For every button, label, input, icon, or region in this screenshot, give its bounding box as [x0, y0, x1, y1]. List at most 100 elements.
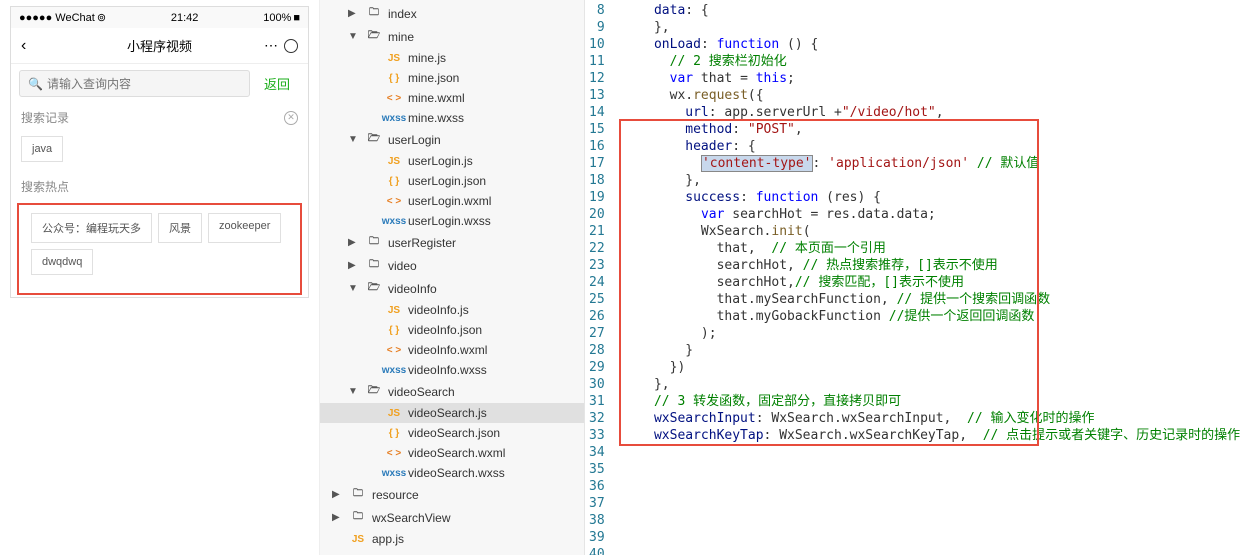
file-label: videoSearch.json	[408, 426, 500, 440]
folder-item[interactable]: ▼🗁videoSearch	[320, 380, 584, 403]
tag-item[interactable]: java	[21, 136, 63, 162]
code-line[interactable]: }	[615, 342, 1240, 359]
code-line[interactable]: success: function (res) {	[615, 189, 1240, 206]
file-item[interactable]: JSmine.js	[320, 48, 584, 68]
code-line[interactable]: data: {	[615, 2, 1240, 19]
file-item[interactable]: wxssuserLogin.wxss	[320, 211, 584, 231]
code-line[interactable]: searchHot,// 搜索匹配，[]表示不使用	[615, 274, 1240, 291]
wxss-icon: wxss	[380, 365, 408, 376]
folder-item[interactable]: ▼🗁mine	[320, 25, 584, 48]
file-item[interactable]: < >mine.wxml	[320, 88, 584, 108]
code-line[interactable]: 'content-type': 'application/json' // 默认…	[615, 155, 1240, 172]
history-header: 搜索记录 ✕	[11, 103, 308, 132]
gutter: 8910111213141516171819202122232425262728…	[585, 0, 615, 555]
file-item[interactable]: wxssvideoSearch.wxss	[320, 463, 584, 483]
folder-item[interactable]: ▶🗀wxSearchView	[320, 506, 584, 529]
tag-item[interactable]: dwqdwq	[31, 249, 93, 275]
toggle-icon[interactable]: ▼	[348, 386, 360, 397]
folder-item[interactable]: ▼🗁videoInfo	[320, 277, 584, 300]
code-line[interactable]: WxSearch.init(	[615, 223, 1240, 240]
js-icon: JS	[380, 156, 408, 167]
folder-icon: 🗀	[344, 486, 372, 503]
tag-item[interactable]: 公众号：编程玩天多	[31, 213, 152, 243]
toggle-icon[interactable]: ▼	[348, 283, 360, 294]
file-label: mine.wxss	[408, 111, 464, 125]
file-item[interactable]: { }mine.json	[320, 68, 584, 88]
code-line[interactable]: wxSearchKeyTap: WxSearch.wxSearchKeyTap,…	[615, 427, 1240, 444]
code-line[interactable]: },	[615, 376, 1240, 393]
code-line[interactable]: var that = this;	[615, 70, 1240, 87]
file-item[interactable]: JSvideoSearch.js	[320, 403, 584, 423]
history-tags: java	[11, 132, 308, 172]
code-line[interactable]: header: {	[615, 138, 1240, 155]
file-item[interactable]: { }videoSearch.json	[320, 423, 584, 443]
file-item[interactable]: wxssvideoInfo.wxss	[320, 360, 584, 380]
file-item[interactable]: JSuserLogin.js	[320, 151, 584, 171]
search-input[interactable]	[47, 77, 241, 91]
code-line[interactable]: wxSearchInput: WxSearch.wxSearchInput, /…	[615, 410, 1240, 427]
file-label: videoInfo.wxss	[408, 363, 487, 377]
search-input-wrap[interactable]: 🔍	[19, 70, 250, 97]
code-line[interactable]: })	[615, 359, 1240, 376]
code-line[interactable]: url: app.serverUrl +"/video/hot",	[615, 104, 1240, 121]
code-line[interactable]: that, // 本页面一个引用	[615, 240, 1240, 257]
code-line[interactable]: method: "POST",	[615, 121, 1240, 138]
folder-icon: 🗁	[360, 28, 388, 45]
battery-icon: ■	[293, 12, 300, 24]
code-line[interactable]: onLoad: function () {	[615, 36, 1240, 53]
folder-item[interactable]: ▶🗀index	[320, 2, 584, 25]
folder-item[interactable]: ▶🗀userRegister	[320, 231, 584, 254]
wxml-icon: < >	[380, 448, 408, 459]
toggle-icon[interactable]: ▶	[348, 260, 360, 271]
toggle-icon[interactable]: ▼	[348, 134, 360, 145]
toggle-icon[interactable]: ▼	[348, 31, 360, 42]
file-label: userLogin.js	[408, 154, 473, 168]
file-item[interactable]: < >userLogin.wxml	[320, 191, 584, 211]
tag-item[interactable]: 风景	[158, 213, 202, 243]
folder-item[interactable]: ▼🗁userLogin	[320, 128, 584, 151]
code-line[interactable]: },	[615, 19, 1240, 36]
code-line[interactable]: wx.request({	[615, 87, 1240, 104]
menu-dots-icon[interactable]: ⋯	[264, 37, 278, 54]
toggle-icon[interactable]: ▶	[332, 489, 344, 500]
code-line[interactable]: );	[615, 325, 1240, 342]
clear-history-icon[interactable]: ✕	[284, 111, 298, 125]
file-item[interactable]: < >videoInfo.wxml	[320, 340, 584, 360]
wifi-icon: ⊚	[97, 11, 106, 24]
folder-item[interactable]: ▶🗀video	[320, 254, 584, 277]
phone-frame: ●●●●● WeChat⊚ 21:42 100%■ ‹ 小程序视频 ⋯ 🔍 返回…	[10, 6, 309, 298]
code-line[interactable]: // 3 转发函数，固定部分，直接拷贝即可	[615, 393, 1240, 410]
toggle-icon[interactable]: ▶	[348, 8, 360, 19]
search-icon: 🔍	[28, 77, 43, 91]
file-label: mine.json	[408, 71, 459, 85]
return-button[interactable]: 返回	[254, 70, 300, 97]
code-line[interactable]: that.mySearchFunction, // 提供一个搜索回调函数	[615, 291, 1240, 308]
code-line[interactable]: },	[615, 172, 1240, 189]
file-item[interactable]: JSapp.js	[320, 529, 584, 549]
code-editor[interactable]: 8910111213141516171819202122232425262728…	[585, 0, 1240, 555]
tag-item[interactable]: zookeeper	[208, 213, 281, 243]
hot-label: 搜索热点	[21, 178, 69, 195]
code-line[interactable]: var searchHot = res.data.data;	[615, 206, 1240, 223]
code-body[interactable]: data: { }, onLoad: function () { // 2 搜索…	[615, 0, 1240, 555]
file-item[interactable]: wxssmine.wxss	[320, 108, 584, 128]
folder-item[interactable]: ▶🗀resource	[320, 483, 584, 506]
simulator-panel: ●●●●● WeChat⊚ 21:42 100%■ ‹ 小程序视频 ⋯ 🔍 返回…	[0, 0, 320, 555]
file-item[interactable]: { }videoInfo.json	[320, 320, 584, 340]
file-label: userRegister	[388, 236, 456, 250]
json-icon: { }	[380, 325, 408, 336]
back-icon[interactable]: ‹	[21, 37, 26, 55]
code-line[interactable]: // 2 搜索栏初始化	[615, 53, 1240, 70]
file-label: index	[388, 7, 417, 21]
file-tree[interactable]: ▶🗀index▼🗁mineJSmine.js{ }mine.json< >min…	[320, 0, 585, 555]
file-item[interactable]: { }userLogin.json	[320, 171, 584, 191]
file-item[interactable]: JSvideoInfo.js	[320, 300, 584, 320]
toggle-icon[interactable]: ▶	[332, 512, 344, 523]
file-item[interactable]: < >videoSearch.wxml	[320, 443, 584, 463]
folder-icon: 🗁	[360, 280, 388, 297]
code-line[interactable]: that.myGobackFunction //提供一个返回回调函数	[615, 308, 1240, 325]
code-line[interactable]: searchHot, // 热点搜索推荐，[]表示不使用	[615, 257, 1240, 274]
hot-header: 搜索热点	[11, 172, 308, 201]
toggle-icon[interactable]: ▶	[348, 237, 360, 248]
target-icon[interactable]	[284, 39, 298, 53]
